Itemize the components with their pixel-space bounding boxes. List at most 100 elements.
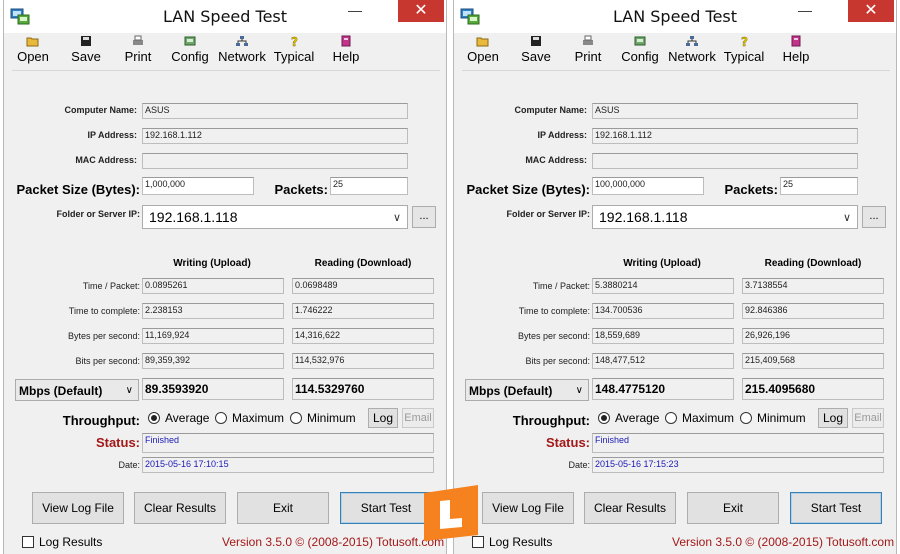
folder-server-value: 192.168.1.118 [149, 209, 238, 225]
view-log-file-button[interactable]: View Log File [482, 492, 574, 524]
mbps-read-field: 114.5329760 [292, 378, 434, 400]
log-button[interactable]: Log [818, 408, 848, 428]
toolbar-typical[interactable]: ? Typical [717, 35, 771, 64]
close-button[interactable]: ✕ [398, 0, 444, 22]
time-per-packet-write: 0.0895261 [142, 278, 284, 294]
toolbar-save[interactable]: Save [509, 35, 563, 64]
bytes-per-second-write: 11,169,924 [142, 328, 284, 344]
radio-dot-selected [148, 412, 160, 424]
browse-button[interactable]: ... [862, 206, 886, 228]
packets-label: Packets: [274, 182, 328, 197]
packets-label: Packets: [724, 182, 778, 197]
help-bulb-icon: ? [291, 35, 298, 47]
packet-size-input[interactable]: 1,000,000 [142, 177, 254, 195]
radio-maximum[interactable]: Maximum [215, 411, 284, 425]
toolbar-config[interactable]: Config [163, 35, 217, 64]
toolbar-config[interactable]: Config [613, 35, 667, 64]
radio-minimum[interactable]: Minimum [740, 411, 806, 425]
date-label: Date: [568, 460, 590, 470]
toolbar-print-label: Print [574, 49, 602, 64]
toolbar-network[interactable]: Network [215, 35, 269, 64]
title-bar: LAN Speed Test — ✕ [4, 0, 446, 33]
start-test-button[interactable]: Start Test [790, 492, 882, 524]
toolbar-print[interactable]: Print [111, 35, 165, 64]
unit-select-value: Mbps (Default) [19, 384, 103, 398]
unit-select[interactable]: Mbps (Default) ∨ [15, 379, 139, 401]
bytes-per-second-label: Bytes per second: [517, 331, 590, 341]
date-field: 2015-05-16 17:10:15 [142, 457, 434, 473]
toolbar-open[interactable]: Open [456, 35, 510, 64]
date-label: Date: [118, 460, 140, 470]
toolbar-network[interactable]: Network [665, 35, 719, 64]
email-button[interactable]: Email [402, 408, 434, 428]
minimize-button[interactable]: — [342, 2, 368, 26]
radio-dot [665, 412, 677, 424]
bits-per-second-write: 89,359,392 [142, 353, 284, 369]
radio-average[interactable]: Average [598, 411, 659, 425]
radio-average[interactable]: Average [148, 411, 209, 425]
toolbar-save[interactable]: Save [59, 35, 113, 64]
folder-server-combo[interactable]: 192.168.1.118 ∨ [592, 205, 858, 229]
mbps-read-field: 215.4095680 [742, 378, 884, 400]
mac-address-field [142, 153, 408, 169]
toolbar-save-label: Save [71, 49, 101, 64]
radio-maximum-label: Maximum [682, 411, 735, 425]
log-button[interactable]: Log [368, 408, 398, 428]
svg-text:?: ? [741, 35, 748, 47]
packets-input[interactable]: 25 [780, 177, 858, 195]
folder-server-label: Folder or Server IP: [506, 209, 590, 219]
status-field: Finished [592, 433, 884, 453]
packet-size-input[interactable]: 100,000,000 [592, 177, 704, 195]
radio-dot [290, 412, 302, 424]
radio-maximum[interactable]: Maximum [665, 411, 734, 425]
clear-results-button[interactable]: Clear Results [134, 492, 226, 524]
unit-select-value: Mbps (Default) [469, 384, 553, 398]
mbps-write-field: 89.3593920 [142, 378, 284, 400]
toolbar-typical[interactable]: ? Typical [267, 35, 321, 64]
window-title: LAN Speed Test [162, 7, 288, 26]
toolbar-print[interactable]: Print [561, 35, 615, 64]
help-book-icon [341, 35, 351, 47]
mac-address-label: MAC Address: [75, 155, 137, 165]
time-to-complete-label: Time to complete: [518, 306, 590, 316]
close-button[interactable]: ✕ [848, 0, 894, 22]
browse-button[interactable]: ... [412, 206, 436, 228]
toolbar-typical-label: Typical [273, 49, 315, 64]
reading-download-header: Reading (Download) [314, 258, 412, 269]
unit-select[interactable]: Mbps (Default) ∨ [465, 379, 589, 401]
toolbar-help[interactable]: Help [769, 35, 823, 64]
time-per-packet-read: 3.7138554 [742, 278, 884, 294]
exit-button[interactable]: Exit [687, 492, 779, 524]
radio-average-label: Average [165, 411, 210, 425]
radio-dot [740, 412, 752, 424]
folder-open-icon [26, 37, 39, 47]
radio-dot [215, 412, 227, 424]
clear-results-button[interactable]: Clear Results [584, 492, 676, 524]
toolbar-help-label: Help [782, 49, 810, 64]
packets-input[interactable]: 25 [330, 177, 408, 195]
time-per-packet-label: Time / Packet: [532, 281, 590, 291]
exit-button[interactable]: Exit [237, 492, 329, 524]
folder-server-combo[interactable]: 192.168.1.118 ∨ [142, 205, 408, 229]
view-log-file-button[interactable]: View Log File [32, 492, 124, 524]
radio-minimum-label: Minimum [757, 411, 806, 425]
log-results-checkbox[interactable]: Log Results [22, 535, 102, 549]
toolbar-config-label: Config [621, 49, 659, 64]
email-button[interactable]: Email [852, 408, 884, 428]
version-text: Version 3.5.0 © (2008-2015) Totusoft.com [222, 535, 445, 549]
log-results-label: Log Results [39, 535, 103, 549]
printer-icon [133, 35, 143, 45]
toolbar-help[interactable]: Help [319, 35, 373, 64]
main-panel: Computer Name: ASUS IP Address: 192.168.… [12, 70, 440, 488]
folder-server-label: Folder or Server IP: [56, 209, 140, 219]
time-to-complete-read: 92.846386 [742, 303, 884, 319]
bits-per-second-read: 215,409,568 [742, 353, 884, 369]
time-to-complete-write: 134.700536 [592, 303, 734, 319]
radio-minimum[interactable]: Minimum [290, 411, 356, 425]
minimize-button[interactable]: — [792, 2, 818, 26]
log-results-checkbox[interactable]: Log Results [472, 535, 552, 549]
toolbar-network-label: Network [218, 49, 266, 64]
toolbar-open[interactable]: Open [6, 35, 60, 64]
floppy-disk-icon [531, 36, 541, 46]
packet-size-label: Packet Size (Bytes): [466, 182, 590, 197]
